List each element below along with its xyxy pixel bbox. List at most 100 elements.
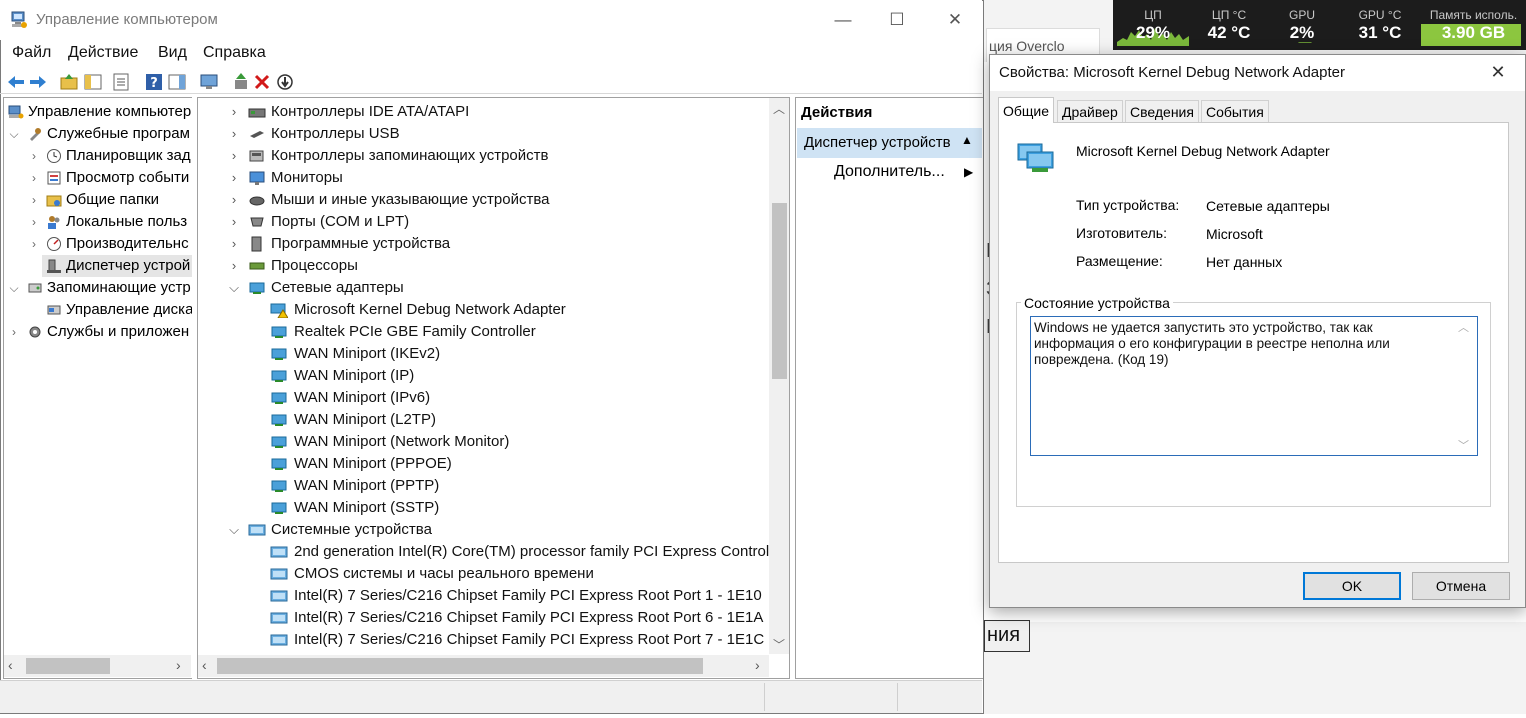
- scroll-right-icon[interactable]: ›: [755, 657, 760, 673]
- location-value: Нет данных: [1206, 254, 1283, 270]
- tree-item-device-manager[interactable]: Диспетчер устрой: [42, 255, 192, 277]
- scroll-right-icon[interactable]: ›: [176, 657, 181, 673]
- device-status-textbox[interactable]: Windows не удается запустить это устройс…: [1030, 316, 1478, 456]
- tree-item-task-scheduler[interactable]: › Планировщик зад: [4, 145, 192, 167]
- chevron-right-icon[interactable]: ›: [228, 211, 240, 233]
- disable-device-icon[interactable]: [274, 71, 296, 93]
- mouse-icon: [249, 196, 265, 206]
- up-folder-icon[interactable]: [58, 71, 80, 93]
- menu-view[interactable]: Вид: [158, 44, 187, 62]
- chevron-right-icon[interactable]: ›: [28, 145, 40, 167]
- scroll-left-icon[interactable]: ‹: [8, 657, 13, 673]
- overlay-label: Память исполь.: [1429, 8, 1518, 22]
- tab-general[interactable]: Общие: [998, 97, 1055, 123]
- background-button: ния: [984, 620, 1030, 652]
- chevron-down-icon[interactable]: ⌵: [8, 277, 20, 299]
- menu-action[interactable]: Действие: [68, 44, 138, 62]
- scroll-down-icon[interactable]: ﹀: [770, 636, 788, 652]
- tree-item-performance[interactable]: › Производительнс: [4, 233, 192, 255]
- chevron-right-icon[interactable]: ›: [28, 189, 40, 211]
- tab-details[interactable]: Сведения: [1125, 100, 1199, 122]
- network-adapter-icon: [271, 502, 287, 514]
- system-device-icon: [270, 568, 288, 580]
- tab-driver[interactable]: Драйвер: [1057, 100, 1123, 122]
- cancel-button[interactable]: Отмена: [1412, 572, 1510, 600]
- ok-button[interactable]: OK: [1303, 572, 1401, 600]
- manufacturer-label: Изготовитель:: [1076, 225, 1167, 241]
- system-device-icon: [270, 546, 288, 558]
- chevron-right-icon[interactable]: ›: [228, 189, 240, 211]
- scroll-up-icon[interactable]: ︿: [1458, 319, 1469, 335]
- scan-hardware-icon[interactable]: [198, 71, 220, 93]
- chevron-right-icon[interactable]: ›: [228, 167, 240, 189]
- help-icon[interactable]: ?: [143, 71, 165, 93]
- chevron-right-icon[interactable]: ›: [228, 123, 240, 145]
- horizontal-scrollbar-thumb[interactable]: [217, 658, 703, 674]
- horizontal-scrollbar-thumb[interactable]: [26, 658, 110, 674]
- tree-item-system-tools[interactable]: ⌵ Служебные програм: [4, 123, 192, 145]
- device-label: WAN Miniport (PPTP): [294, 477, 440, 494]
- chevron-right-icon[interactable]: ›: [228, 255, 240, 277]
- tree-item-services-apps[interactable]: › Службы и приложен: [4, 321, 192, 343]
- chevron-right-icon[interactable]: ›: [228, 233, 240, 255]
- network-adapter-icon: [271, 392, 287, 404]
- dialog-close-button[interactable]: ✕: [1486, 62, 1510, 84]
- tree-item-local-users[interactable]: › Локальные польз: [4, 211, 192, 233]
- tree-item-shared-folders[interactable]: › Общие папки: [4, 189, 192, 211]
- maximize-button[interactable]: ☐: [874, 6, 920, 34]
- chevron-right-icon[interactable]: ›: [8, 321, 20, 343]
- tab-events[interactable]: События: [1201, 100, 1269, 122]
- tree-item-disk-management[interactable]: Управление диска: [4, 299, 192, 321]
- chevron-down-icon[interactable]: ⌵: [228, 277, 240, 299]
- close-button[interactable]: ✕: [932, 6, 978, 34]
- actions-section-device-manager[interactable]: Диспетчер устройств ▲: [797, 128, 982, 158]
- scroll-up-icon[interactable]: ︿: [770, 100, 788, 116]
- back-arrow-icon[interactable]: [5, 71, 27, 93]
- system-device-icon: [270, 612, 288, 624]
- chevron-right-icon[interactable]: ›: [28, 233, 40, 255]
- scroll-left-icon[interactable]: ‹: [202, 657, 207, 673]
- device-label: Intel(R) 7 Series/C216 Chipset Family PC…: [294, 587, 762, 604]
- device-label: Сетевые адаптеры: [271, 279, 404, 296]
- device-label: Intel(R) 7 Series/C216 Chipset Family PC…: [294, 631, 765, 648]
- actions-pane: [795, 97, 983, 679]
- vertical-scrollbar-thumb[interactable]: [772, 203, 787, 379]
- action-pane-icon[interactable]: [166, 71, 188, 93]
- device-manager-icon: [47, 259, 61, 273]
- actions-section-label: Диспетчер устройств: [804, 134, 951, 151]
- uninstall-device-icon[interactable]: [251, 71, 273, 93]
- performance-icon: [47, 237, 61, 251]
- status-bar: [0, 680, 982, 713]
- tree-item-computer-management[interactable]: Управление компьютер: [4, 101, 192, 123]
- chevron-right-icon[interactable]: ›: [28, 167, 40, 189]
- forward-arrow-icon[interactable]: [27, 71, 49, 93]
- tree-item-storage[interactable]: ⌵ Запоминающие устр: [4, 277, 192, 299]
- overlay-label: GPU: [1288, 8, 1315, 22]
- menu-help[interactable]: Справка: [203, 44, 266, 62]
- chevron-right-icon[interactable]: ›: [228, 101, 240, 123]
- update-driver-icon[interactable]: [230, 71, 252, 93]
- menu-file[interactable]: Файл: [12, 44, 51, 62]
- storage-controller-icon: [249, 150, 264, 162]
- event-viewer-icon: [47, 171, 61, 185]
- properties-icon[interactable]: [110, 71, 132, 93]
- actions-more-item[interactable]: Дополнитель...: [834, 163, 945, 181]
- chevron-down-icon[interactable]: ⌵: [228, 519, 240, 541]
- chevron-right-icon[interactable]: ›: [228, 145, 240, 167]
- overlay-value: 29%: [1135, 23, 1171, 42]
- tree-item-event-viewer[interactable]: › Просмотр событи: [4, 167, 192, 189]
- network-adapter-icon: [271, 436, 287, 448]
- minimize-button[interactable]: —: [820, 6, 866, 34]
- device-label: Intel(R) 7 Series/C216 Chipset Family PC…: [294, 609, 764, 626]
- tools-icon: [30, 128, 41, 141]
- chevron-right-icon[interactable]: ›: [28, 211, 40, 233]
- overlay-memory: Память исполь. 3.90 GB: [1421, 0, 1526, 50]
- overlay-label: ЦП: [1144, 8, 1162, 22]
- scroll-down-icon[interactable]: ﹀: [1458, 437, 1469, 453]
- chevron-down-icon[interactable]: ⌵: [8, 123, 20, 145]
- system-device-icon: [248, 524, 266, 536]
- show-hide-tree-icon[interactable]: [82, 71, 104, 93]
- device-label: Контроллеры запоминающих устройств: [271, 147, 549, 164]
- collapse-up-icon[interactable]: ▲: [961, 133, 973, 147]
- status-divider: [897, 683, 898, 711]
